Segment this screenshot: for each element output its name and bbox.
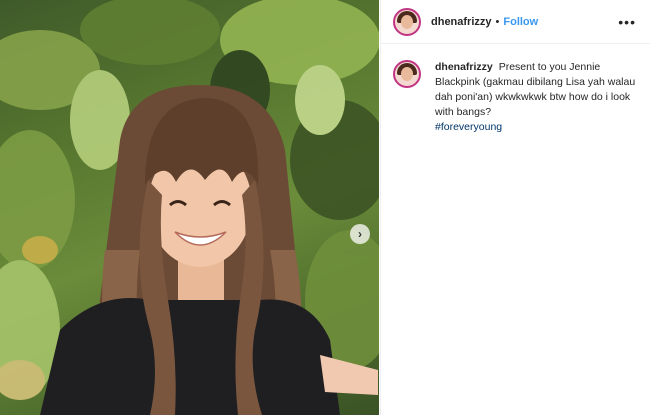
next-photo-button[interactable]: › <box>350 224 370 244</box>
photo-illustration <box>0 0 379 415</box>
avatar-face <box>401 67 413 81</box>
post-username[interactable]: dhenafrizzy <box>431 16 492 28</box>
avatar-face <box>401 14 413 29</box>
hashtag-link[interactable]: #foreveryoung <box>435 120 640 135</box>
avatar[interactable] <box>393 7 421 36</box>
more-options-icon[interactable]: ••• <box>614 14 640 30</box>
follow-button[interactable]: Follow <box>503 16 538 28</box>
post-panel: dhenafrizzy • Follow ••• dhenafrizzy Pre… <box>380 0 650 415</box>
caption: dhenafrizzy Present to you Jennie Blackp… <box>381 44 650 135</box>
post-photo[interactable]: › <box>0 0 379 415</box>
caption-text: dhenafrizzy Present to you Jennie Blackp… <box>435 60 640 135</box>
separator-dot: • <box>495 15 500 28</box>
caption-username[interactable]: dhenafrizzy <box>435 61 493 73</box>
post-header: dhenafrizzy • Follow ••• <box>381 0 650 44</box>
caption-avatar[interactable] <box>393 60 421 88</box>
